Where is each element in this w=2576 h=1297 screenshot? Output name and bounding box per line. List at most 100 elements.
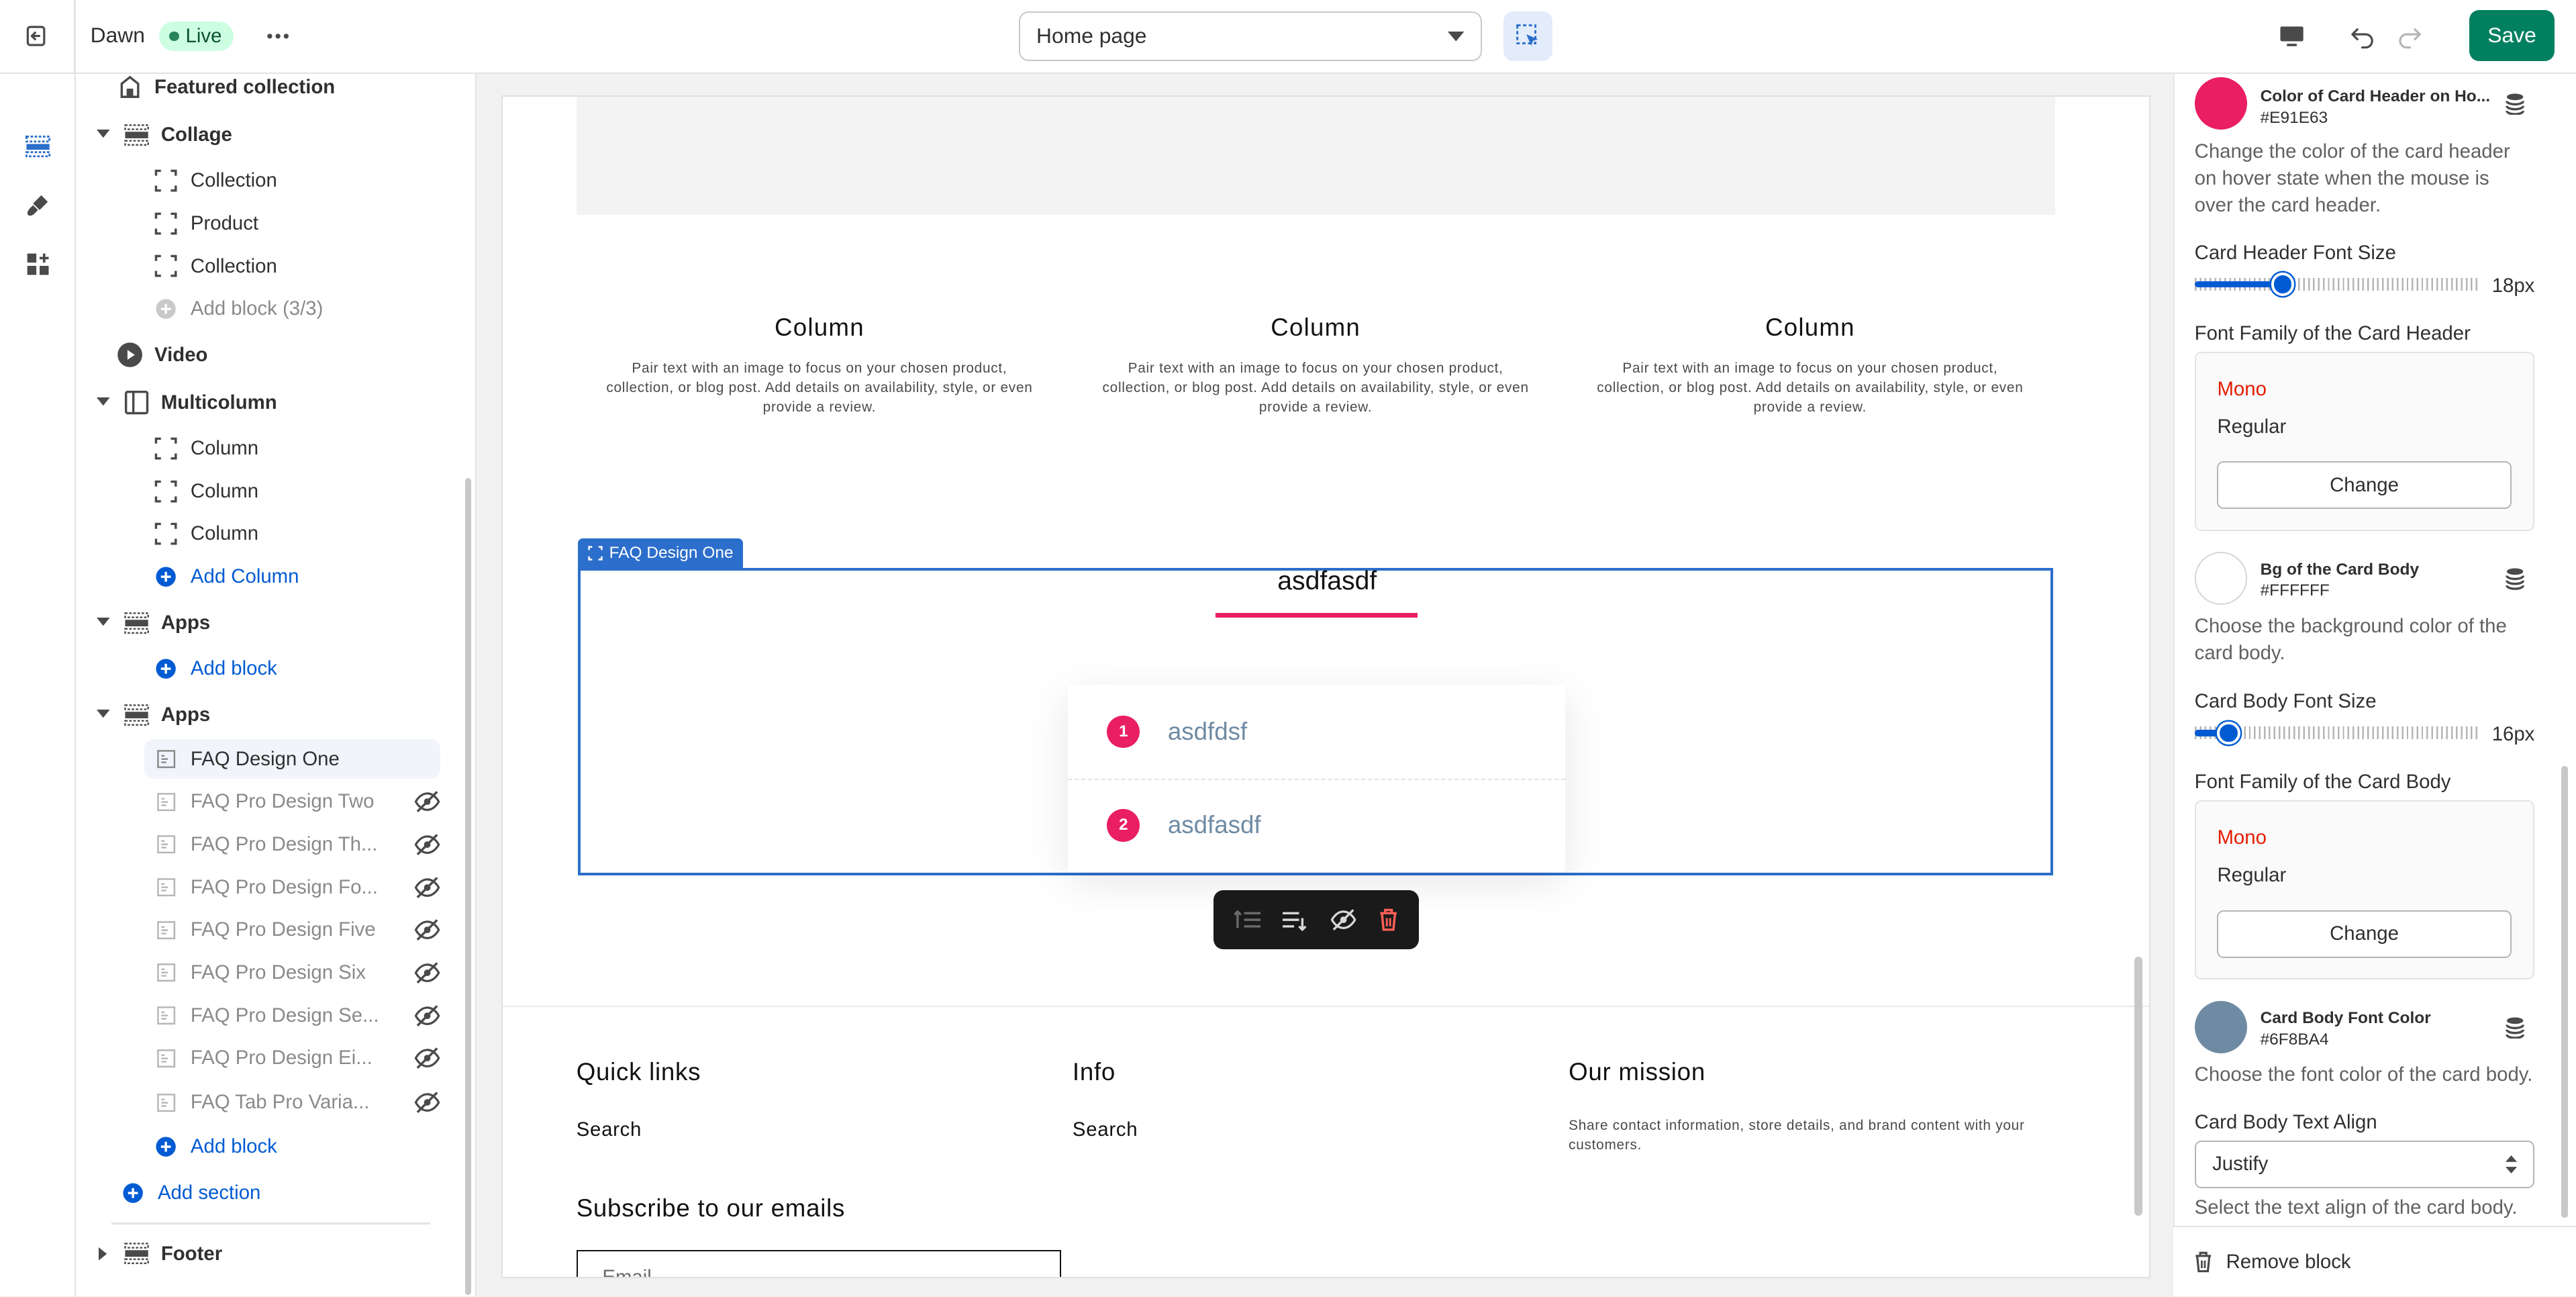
move-down-icon[interactable] bbox=[1282, 908, 1309, 932]
block-faq-hidden[interactable]: FAQ Pro Design Fo... bbox=[151, 867, 440, 907]
block-faq-design-one[interactable]: FAQ Design One bbox=[144, 739, 440, 779]
block-product[interactable]: Product bbox=[151, 204, 258, 244]
block-faq-hidden[interactable]: FAQ Pro Design Ei... bbox=[151, 1039, 440, 1078]
block-label: Column bbox=[190, 479, 259, 502]
add-column-label: Add Column bbox=[190, 565, 299, 588]
setting-help: Choose the background color of the card … bbox=[2194, 614, 2507, 665]
block-column[interactable]: Column bbox=[151, 471, 258, 511]
theme-settings-icon[interactable] bbox=[15, 183, 61, 229]
eye-off-icon[interactable] bbox=[1330, 908, 1356, 931]
remove-block-button[interactable]: Remove block bbox=[2173, 1225, 2576, 1297]
block-column[interactable]: Column bbox=[151, 429, 258, 469]
add-column-button[interactable]: Add Column bbox=[151, 557, 299, 597]
caret-down-icon[interactable] bbox=[95, 130, 111, 140]
eye-off-icon[interactable] bbox=[414, 918, 440, 941]
section-icon bbox=[121, 120, 151, 150]
block-column[interactable]: Column bbox=[151, 514, 258, 554]
section-apps[interactable]: Apps bbox=[95, 695, 210, 734]
block-label: Column bbox=[190, 522, 259, 545]
block-faq-hidden[interactable]: FAQ Tab Pro Varia... bbox=[151, 1083, 440, 1122]
block-faq-hidden[interactable]: FAQ Pro Design Six bbox=[151, 953, 440, 993]
page-selector[interactable]: Home page bbox=[1018, 11, 1482, 61]
section-featured-collection[interactable]: Featured collection bbox=[115, 74, 335, 107]
section-label: Footer bbox=[160, 1242, 223, 1265]
desktop-view-icon[interactable] bbox=[2272, 16, 2312, 56]
database-icon[interactable] bbox=[2504, 1016, 2526, 1039]
section-multicolumn[interactable]: Multicolumn bbox=[95, 383, 277, 422]
setting-label: Font Family of the Card Body bbox=[2194, 770, 2451, 793]
faq-item[interactable]: 2 asdfasdf bbox=[1068, 779, 1566, 873]
color-swatch[interactable] bbox=[2194, 77, 2247, 130]
block-label: Collection bbox=[190, 169, 277, 192]
add-block-button[interactable]: Add block bbox=[151, 649, 277, 689]
block-label: FAQ Design One bbox=[190, 747, 340, 770]
column-text: Pair text with an image to focus on your… bbox=[606, 360, 1033, 416]
color-swatch[interactable] bbox=[2194, 1000, 2247, 1053]
plus-circle-icon bbox=[151, 1132, 181, 1161]
section-label: Video bbox=[154, 343, 208, 366]
setting-label: Card Body Text Align bbox=[2194, 1110, 2377, 1133]
add-section-button[interactable]: Add section bbox=[118, 1173, 260, 1213]
caret-down-icon[interactable] bbox=[95, 710, 111, 720]
column-text: Pair text with an image to focus on your… bbox=[1597, 360, 2024, 416]
email-input[interactable]: Email bbox=[576, 1250, 1061, 1278]
footer-heading: Quick links bbox=[576, 1057, 701, 1086]
color-swatch[interactable] bbox=[2194, 552, 2247, 605]
preview-scrollbar[interactable] bbox=[2134, 956, 2142, 1216]
live-label: Live bbox=[185, 24, 222, 47]
database-icon[interactable] bbox=[2504, 92, 2526, 115]
exit-icon[interactable] bbox=[13, 15, 60, 58]
eye-off-icon[interactable] bbox=[414, 790, 440, 813]
change-font-button[interactable]: Change bbox=[2217, 461, 2512, 510]
section-footer[interactable]: Footer bbox=[95, 1234, 222, 1274]
trash-icon[interactable] bbox=[1379, 908, 1398, 931]
section-apps[interactable]: Apps bbox=[95, 603, 210, 642]
caret-down-icon[interactable] bbox=[95, 618, 111, 628]
block-faq-hidden[interactable]: FAQ Pro Design Se... bbox=[151, 996, 440, 1035]
redo-icon[interactable] bbox=[2390, 16, 2430, 56]
faq-number-badge: 1 bbox=[1107, 715, 1140, 749]
database-icon[interactable] bbox=[2504, 567, 2526, 590]
text-align-select[interactable]: Justify bbox=[2194, 1140, 2535, 1188]
block-collection[interactable]: Collection bbox=[151, 246, 277, 286]
block-label: FAQ Pro Design Six bbox=[190, 961, 366, 984]
sections-icon[interactable] bbox=[15, 124, 61, 170]
block-settings-panel: Color of Card Header on Ho... #E91E63 Ch… bbox=[2173, 74, 2576, 1297]
app-embeds-icon[interactable] bbox=[15, 242, 61, 288]
block-faq-hidden[interactable]: FAQ Pro Design Five bbox=[151, 910, 440, 950]
eye-off-icon[interactable] bbox=[414, 1091, 440, 1114]
eye-off-icon[interactable] bbox=[414, 833, 440, 856]
slider-thumb[interactable] bbox=[2271, 273, 2295, 296]
more-actions-icon[interactable] bbox=[260, 19, 296, 52]
footer-link[interactable]: Search bbox=[1073, 1118, 1138, 1141]
faq-item[interactable]: 1 asdfdsf bbox=[1068, 685, 1566, 779]
eye-off-icon[interactable] bbox=[414, 961, 440, 984]
faq-block-tag[interactable]: FAQ Design One bbox=[578, 538, 744, 569]
move-up-icon[interactable] bbox=[1234, 908, 1261, 931]
section-video[interactable]: Video bbox=[115, 335, 207, 375]
undo-icon[interactable] bbox=[2342, 16, 2382, 56]
block-label: FAQ Pro Design Fo... bbox=[190, 875, 378, 898]
save-button[interactable]: Save bbox=[2469, 9, 2555, 61]
eye-off-icon[interactable] bbox=[414, 1004, 440, 1027]
change-font-button[interactable]: Change bbox=[2217, 910, 2512, 958]
column-title: Column bbox=[775, 314, 864, 342]
block-collection[interactable]: Collection bbox=[151, 161, 277, 201]
footer-link[interactable]: Search bbox=[577, 1118, 642, 1141]
eye-off-icon[interactable] bbox=[414, 876, 440, 899]
add-block-button[interactable]: Add block bbox=[151, 1127, 277, 1167]
block-faq-hidden[interactable]: FAQ Pro Design Th... bbox=[151, 825, 440, 865]
block-faq-hidden[interactable]: FAQ Pro Design Two bbox=[151, 782, 440, 822]
slider-thumb[interactable] bbox=[2217, 721, 2240, 744]
eye-off-icon[interactable] bbox=[414, 1047, 440, 1069]
inspector-icon[interactable] bbox=[1503, 11, 1553, 61]
section-label: Collage bbox=[160, 123, 232, 146]
settings-scrollbar[interactable] bbox=[2561, 765, 2568, 1218]
footer-heading: Our mission bbox=[1569, 1057, 1705, 1086]
sidebar-scrollbar[interactable] bbox=[464, 478, 472, 1295]
section-collage[interactable]: Collage bbox=[95, 115, 232, 154]
app-block-icon bbox=[151, 787, 181, 816]
caret-down-icon[interactable] bbox=[95, 397, 111, 407]
block-floating-toolbar bbox=[1213, 890, 1420, 950]
caret-right-icon[interactable] bbox=[95, 1247, 111, 1261]
